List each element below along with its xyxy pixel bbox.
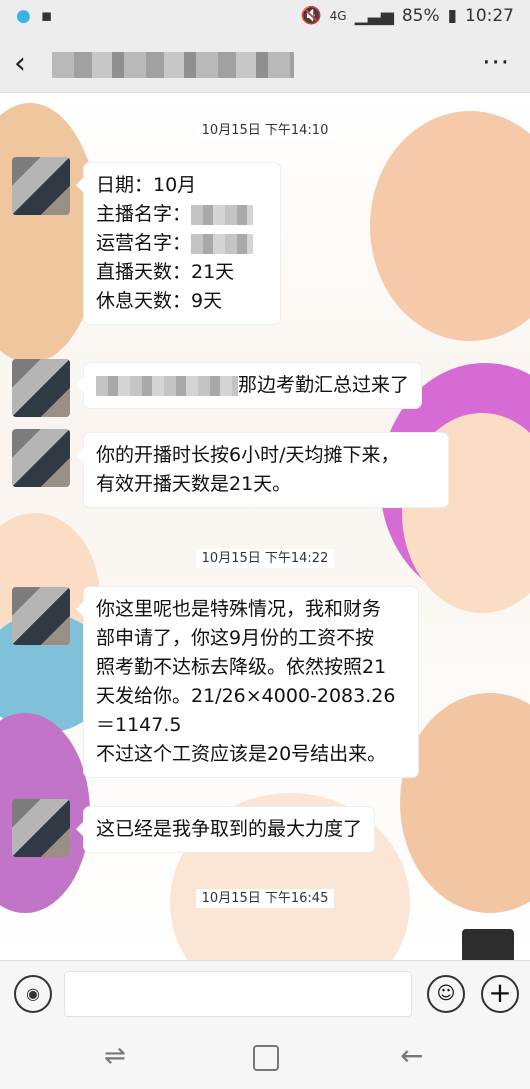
message-bubble[interactable]: 那边考勤汇总过来了 (75, 363, 422, 408)
message-icon: ▪ (40, 6, 53, 26)
system-nav-bar: ⇌ ← (0, 1027, 530, 1089)
timestamp: 10月15日 下午14:10 (0, 119, 530, 140)
message-line: 照考勤不达标去降级。依然按照21 (96, 656, 387, 678)
signal-icon: ▁▃▅ (354, 6, 394, 26)
chat-title-redacted (52, 52, 294, 78)
qq-icon: ● (16, 6, 31, 26)
timestamp: 10月15日 下午14:22 (0, 547, 530, 568)
redacted-name (191, 204, 254, 225)
recent-apps-icon[interactable]: ⇌ (104, 1041, 126, 1071)
battery-icon: ▮ (447, 6, 457, 26)
status-bar: ● ▪ 🔇 4G ▁▃▅ 85% ▮ 10:27 (0, 0, 530, 34)
message-bubble[interactable]: 这已经是我争取到的最大力度了 (75, 807, 375, 852)
wallpaper-face-bald (370, 111, 530, 341)
message-bubble[interactable]: 你这里呢也是特殊情况，我和财务 部申请了，你这9月份的工资不按 照考勤不达标去降… (76, 587, 418, 777)
more-icon[interactable]: ··· (482, 48, 510, 78)
message-input[interactable] (64, 971, 412, 1017)
message-line: 这已经是我争取到的最大力度了 (96, 818, 363, 840)
avatar[interactable] (12, 429, 70, 487)
avatar[interactable] (12, 799, 70, 857)
voice-icon[interactable]: ◉ (14, 975, 52, 1013)
clock: 10:27 (465, 6, 514, 26)
network-label: 4G (329, 9, 347, 23)
self-avatar-partial[interactable] (462, 929, 514, 960)
message-line: 运营名字： (96, 229, 268, 258)
message-line: 有效开播天数是21天。 (96, 473, 292, 495)
redacted-text (96, 375, 238, 396)
back-icon[interactable]: ‹ (14, 46, 26, 81)
avatar[interactable] (12, 157, 70, 215)
message-line: 你这里呢也是特殊情况，我和财务 (96, 598, 382, 620)
chat-area[interactable]: 10月15日 下午14:10 日期：10月 主播名字： 运营名字： 直播天数：2… (0, 93, 530, 960)
message-line: 休息天数：9天 (96, 290, 223, 312)
redacted-name (191, 233, 254, 254)
message-line: 那边考勤汇总过来了 (96, 371, 409, 400)
home-icon[interactable] (253, 1045, 279, 1071)
system-back-icon[interactable]: ← (400, 1039, 423, 1072)
message-line: 你的开播时长按6小时/天均摊下来， (96, 444, 400, 466)
message-line: ＝1147.5 (96, 714, 182, 736)
message-bubble[interactable]: 你的开播时长按6小时/天均摊下来， 有效开播天数是21天。 (76, 433, 448, 507)
mute-icon: 🔇 (300, 6, 322, 26)
emoji-icon[interactable]: ☺ (427, 975, 465, 1013)
message-line: 不过这个工资应该是20号结出来。 (96, 743, 387, 765)
wallpaper-face-glasses (400, 693, 530, 913)
message-line: 主播名字： (96, 200, 268, 229)
message-line: 部申请了，你这9月份的工资不按 (96, 627, 375, 649)
battery-percent: 85% (401, 6, 440, 26)
plus-icon[interactable]: + (481, 975, 519, 1013)
chat-header: ‹ ··· (0, 34, 530, 93)
input-bar: ◉ ☺ + (0, 960, 530, 1027)
message-line: 日期：10月 (96, 174, 197, 196)
message-line: 天发给你。21/26×4000-2083.26 (96, 685, 396, 707)
status-indicators: 🔇 4G ▁▃▅ 85% ▮ 10:27 (301, 6, 515, 26)
avatar[interactable] (12, 359, 70, 417)
message-bubble[interactable]: 日期：10月 主播名字： 运营名字： 直播天数：21天 休息天数：9天 (76, 163, 280, 324)
avatar[interactable] (12, 587, 70, 645)
timestamp: 10月15日 下午16:45 (0, 887, 530, 908)
status-notifications: ● ▪ (16, 6, 52, 26)
message-line: 直播天数：21天 (96, 261, 235, 283)
